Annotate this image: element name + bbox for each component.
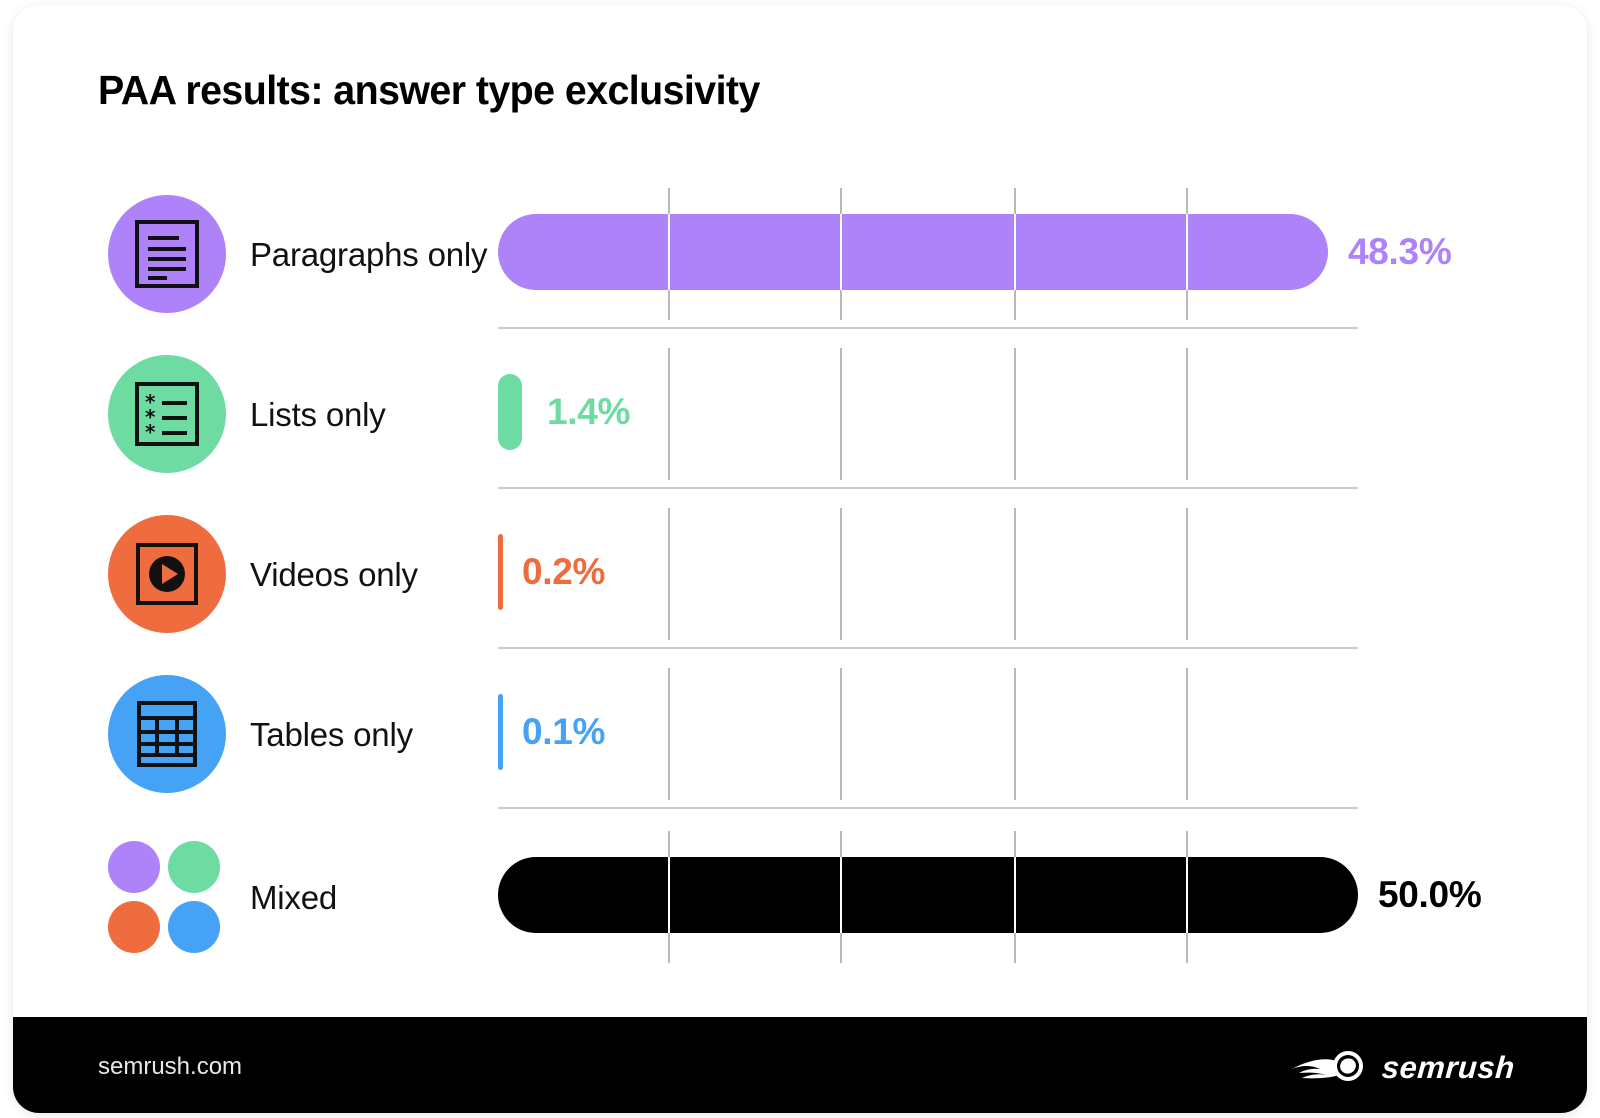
four-dots-icon [108,841,226,953]
chart-row-mixed: Mixed 50.0% [13,823,1587,983]
bar-value-label: 50.0% [1378,874,1482,915]
row-plot: 48.3% [498,180,1452,328]
bar-gridline-overlay [840,214,842,290]
infographic-card: PAA results: answer type exclusivity Par… [13,5,1587,1113]
dot-blue [168,901,220,953]
chart-row-lists-only: * * * Lists only 1.4% [13,340,1587,500]
row-divider [498,487,1358,489]
row-label: Videos only [250,555,418,593]
bar-videos-only [498,534,503,610]
bar-gridline-overlay [668,214,670,290]
bar-value-label: 1.4% [547,391,631,432]
svg-text:*: * [145,420,156,444]
semrush-wordmark: semrush [1381,1049,1517,1085]
bullet-list-icon: * * * [108,355,226,473]
bar-paragraphs-only [498,214,1328,290]
semrush-logo: semrush [1290,1045,1517,1090]
row-label: Mixed [250,878,338,916]
gridline-40 [1186,348,1188,480]
video-play-icon [108,515,226,633]
gridline-40 [1186,508,1188,640]
dot-green [168,841,220,893]
footer-site-url: semrush.com [98,1053,243,1080]
row-divider [498,647,1358,649]
gridline-30 [1014,348,1016,480]
bar-gridline-overlay [1186,214,1188,290]
chart-row-paragraphs-only: Paragraphs only 48.3% [13,180,1587,340]
chart-row-videos-only: Videos only 0.2% [13,500,1587,660]
bar-value-label: 0.1% [522,711,606,752]
row-label: Paragraphs only [250,235,488,273]
bar-gridline-overlay [840,857,842,933]
row-plot: 1.4% [498,340,1358,488]
gridline-20 [840,668,842,800]
bar-value-label: 48.3% [1348,231,1452,272]
document-lines-icon [108,195,226,313]
bar-chart: Paragraphs only 48.3% * * * Lists only 1… [13,5,1587,1015]
row-divider [498,327,1358,329]
gridline-20 [840,348,842,480]
gridline-10 [668,348,670,480]
gridline-40 [1186,668,1188,800]
table-grid-icon [108,675,226,793]
bar-tables-only [498,694,503,770]
bar-lists-only [498,374,522,450]
row-label: Lists only [250,395,386,433]
row-label: Tables only [250,715,413,753]
footer-bar: semrush.com semrush [13,1017,1587,1113]
bar-value-label: 0.2% [522,551,606,592]
bar-mixed [498,857,1358,933]
gridline-10 [668,668,670,800]
row-plot: 50.0% [498,823,1482,971]
row-plot: 0.2% [498,500,1358,648]
bar-gridline-overlay [1014,214,1016,290]
semrush-flame-icon [1290,1045,1368,1090]
row-plot: 0.1% [498,660,1358,808]
gridline-20 [840,508,842,640]
gridline-30 [1014,508,1016,640]
chart-row-tables-only: Tables only 0.1% [13,660,1587,820]
gridline-30 [1014,668,1016,800]
dot-purple [108,841,160,893]
bar-gridline-overlay [1186,857,1188,933]
row-divider [498,807,1358,809]
gridline-10 [668,508,670,640]
bar-gridline-overlay [1014,857,1016,933]
dot-orange [108,901,160,953]
bar-gridline-overlay [668,857,670,933]
